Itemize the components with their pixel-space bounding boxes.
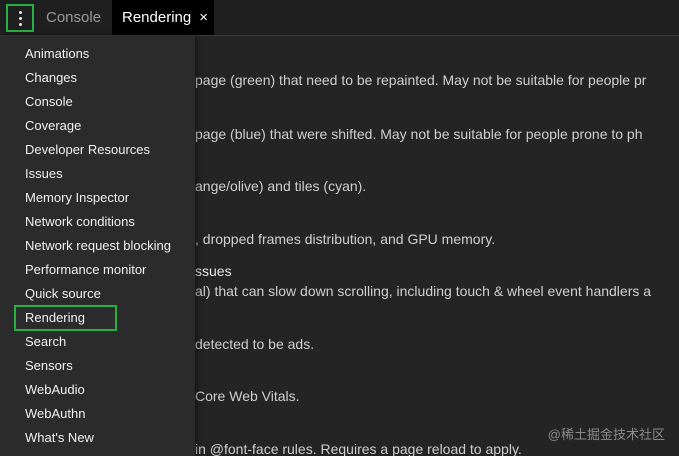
watermark: @稀土掘金技术社区 xyxy=(547,427,665,442)
menu-item-rendering[interactable]: Rendering xyxy=(0,305,195,331)
vertical-ellipsis-icon xyxy=(18,22,22,26)
menu-item-whats-new[interactable]: What's New xyxy=(0,426,195,450)
devtools-window: Console Rendering × page (green) that ne… xyxy=(0,0,679,456)
panel-text-line: Core Web Vitals. xyxy=(195,388,300,404)
menu-item-performance-monitor[interactable]: Performance monitor xyxy=(0,258,195,282)
panel-heading: ssues xyxy=(195,263,232,279)
panel-text-line: page (green) that need to be repainted. … xyxy=(195,72,647,88)
panel-text-line: in @font-face rules. Requires a page rel… xyxy=(195,441,522,456)
panel-text-line: ange/olive) and tiles (cyan). xyxy=(195,178,367,194)
menu-item-console[interactable]: Console xyxy=(0,90,195,114)
menu-item-animations[interactable]: Animations xyxy=(0,42,195,66)
panel-text-line: detected to be ads. xyxy=(195,336,315,352)
vertical-ellipsis-icon xyxy=(18,16,22,20)
menu-item-search[interactable]: Search xyxy=(0,330,195,354)
menu-item-quick-source[interactable]: Quick source xyxy=(0,282,195,306)
tab-console[interactable]: Console xyxy=(38,0,109,35)
menu-item-network-conditions[interactable]: Network conditions xyxy=(0,210,195,234)
tab-bar: Console Rendering × xyxy=(0,0,679,36)
menu-item-network-request-blocking[interactable]: Network request blocking xyxy=(0,234,195,258)
menu-item-memory-inspector[interactable]: Memory Inspector xyxy=(0,186,195,210)
panel-text-line: al) that can slow down scrolling, includ… xyxy=(195,283,652,299)
menu-item-issues[interactable]: Issues xyxy=(0,162,195,186)
tab-rendering[interactable]: Rendering × xyxy=(112,0,214,35)
menu-item-changes[interactable]: Changes xyxy=(0,66,195,90)
menu-item-webaudio[interactable]: WebAudio xyxy=(0,378,195,402)
more-tabs-button[interactable] xyxy=(6,4,34,32)
menu-item-sensors[interactable]: Sensors xyxy=(0,354,195,378)
more-tools-menu: Animations Changes Console Coverage Deve… xyxy=(0,36,195,456)
tab-rendering-label: Rendering xyxy=(122,9,192,26)
panel-text-line: , dropped frames distribution, and GPU m… xyxy=(195,231,496,247)
menu-item-developer-resources[interactable]: Developer Resources xyxy=(0,138,195,162)
panel-text-line: page (blue) that were shifted. May not b… xyxy=(195,126,643,142)
menu-item-coverage[interactable]: Coverage xyxy=(0,114,195,138)
vertical-ellipsis-icon xyxy=(18,10,22,14)
close-icon[interactable]: × xyxy=(199,0,208,36)
menu-item-webauthn[interactable]: WebAuthn xyxy=(0,402,195,426)
tab-console-label: Console xyxy=(46,9,102,26)
